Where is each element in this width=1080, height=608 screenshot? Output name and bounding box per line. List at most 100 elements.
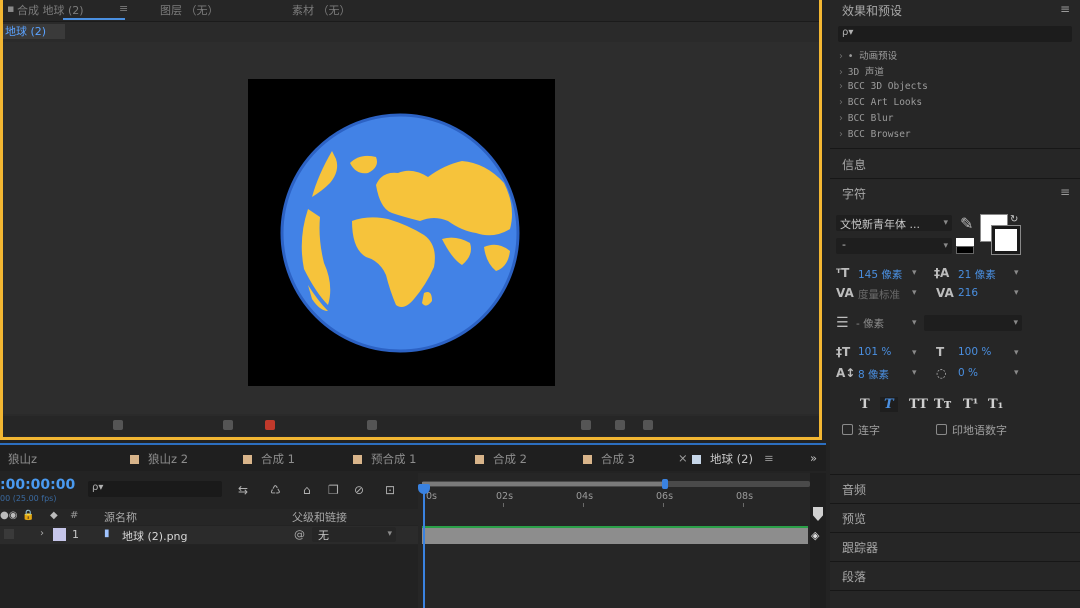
layer-label-color[interactable]	[53, 528, 66, 541]
timeline-tab-active[interactable]: 地球 (2)	[692, 451, 753, 467]
snapshot-icon[interactable]	[223, 420, 233, 430]
panel-grip-icon[interactable]: ▪	[7, 2, 14, 15]
pick-whip-icon[interactable]: @	[294, 528, 305, 541]
font-size-value[interactable]: 145 像素	[858, 267, 902, 282]
timeline-menu-icon[interactable]: ≡	[764, 451, 774, 465]
superscript-button[interactable]: T¹	[963, 397, 978, 412]
tracking-value[interactable]: 216	[958, 287, 978, 299]
info-panel-title[interactable]: 信息	[842, 156, 866, 173]
chevron-down-icon[interactable]: ▾	[1014, 268, 1019, 278]
effects-search-input[interactable]: ρ▾	[838, 26, 1072, 42]
effects-item[interactable]: › 3D 声道	[838, 64, 884, 78]
av-features-icon[interactable]: ●◉	[0, 510, 17, 521]
work-area-end-handle[interactable]	[662, 479, 668, 489]
effects-item[interactable]: › BCC Browser	[838, 129, 911, 140]
baseline-shift-value[interactable]: 8 像素	[858, 367, 889, 382]
preview-panel-title[interactable]: 预览	[842, 510, 866, 527]
timeline-tab[interactable]: 狼山z	[8, 451, 37, 467]
horizontal-scale-value[interactable]: 100 %	[958, 346, 991, 358]
current-time-display[interactable]: :00:00:00	[0, 477, 75, 493]
ligatures-checkbox[interactable]	[842, 424, 853, 435]
lock-icon[interactable]: 🔒	[22, 510, 34, 521]
timeline-toggle-icon[interactable]	[615, 420, 625, 430]
chevron-down-icon[interactable]: ▾	[912, 318, 917, 328]
chevron-down-icon[interactable]: ▾	[912, 368, 917, 378]
stroke-type-select[interactable]: ▾	[924, 315, 1022, 331]
layer-list-empty-area[interactable]	[0, 545, 418, 608]
subscript-button[interactable]: T₁	[988, 397, 1003, 412]
font-style-select[interactable]: - ▾	[836, 238, 952, 254]
timeline-tab[interactable]: 合成 1	[243, 451, 295, 467]
eyedropper-icon[interactable]: ✎	[960, 214, 973, 233]
work-area-range[interactable]	[422, 482, 666, 486]
timeline-track-area[interactable]: 0s 02s 04s 06s 08s ◈	[418, 473, 826, 608]
tab-composition[interactable]: 合成 地球 (2)	[17, 2, 84, 18]
timeline-tab[interactable]: 狼山z 2	[130, 451, 188, 467]
effects-item[interactable]: › BCC 3D Objects	[838, 81, 928, 92]
timeline-search-input[interactable]: ρ▾	[88, 481, 222, 497]
character-menu-icon[interactable]: ≡	[1060, 185, 1070, 199]
tab-overflow-icon[interactable]: »	[810, 451, 817, 465]
composition-mini-flowchart-icon[interactable]: ⇆	[238, 483, 248, 497]
faux-italic-button[interactable]: T	[880, 397, 898, 412]
motion-blur-icon[interactable]: ❐	[328, 483, 339, 497]
tab-footage[interactable]: 素材 （无）	[292, 2, 351, 18]
time-ruler[interactable]: 0s 02s 04s 06s 08s	[418, 473, 810, 507]
kerning-value[interactable]: 度量标准	[858, 287, 900, 302]
character-panel-title[interactable]: 字符	[842, 185, 866, 202]
label-icon[interactable]: ◆	[50, 510, 58, 521]
timeline-tab[interactable]: 合成 2	[475, 451, 527, 467]
vertical-scale-value[interactable]: 101 %	[858, 346, 891, 358]
flowchart-icon[interactable]	[643, 420, 653, 430]
timeline-tab[interactable]: 预合成 1	[353, 451, 416, 467]
tsume-value[interactable]: 0 %	[958, 367, 978, 379]
effects-presets-title[interactable]: 效果和预设	[842, 2, 902, 19]
effects-menu-icon[interactable]: ≡	[1060, 2, 1070, 16]
tab-layer[interactable]: 图层 （无）	[160, 2, 219, 18]
paragraph-panel-title[interactable]: 段落	[842, 568, 866, 585]
timeline-tab[interactable]: 合成 3	[583, 451, 635, 467]
shy-layers-icon[interactable]: ♺	[270, 483, 281, 497]
all-caps-button[interactable]: TT	[909, 397, 928, 412]
chevron-down-icon[interactable]: ▾	[1014, 368, 1019, 378]
chevron-down-icon[interactable]: ▾	[912, 348, 917, 358]
hindi-digits-checkbox[interactable]	[936, 424, 947, 435]
layer-row[interactable]: › 1 ▮ 地球 (2).png @ 无 ▾	[0, 526, 418, 544]
effects-item[interactable]: › BCC Art Looks	[838, 97, 922, 108]
video-switch[interactable]	[4, 529, 14, 539]
expand-arrow-icon[interactable]: ›	[40, 528, 44, 539]
chevron-down-icon[interactable]: ▾	[1014, 348, 1019, 358]
draft-3d-toggle-icon[interactable]: ⊡	[385, 483, 395, 497]
font-family-select[interactable]: 文悦新青年体 ... ▾	[836, 215, 952, 231]
composition-canvas[interactable]	[248, 79, 555, 386]
layer-name[interactable]: 地球 (2).png	[122, 528, 188, 544]
chevron-down-icon[interactable]: ▾	[912, 268, 917, 278]
parent-link-column[interactable]: 父级和链接	[292, 509, 347, 525]
audio-panel-title[interactable]: 音频	[842, 481, 866, 498]
close-tab-icon[interactable]: ×	[678, 451, 688, 465]
draft-3d-icon[interactable]	[367, 420, 377, 430]
default-colors-swatch[interactable]	[956, 238, 974, 254]
comp-end-marker-icon[interactable]	[813, 507, 823, 521]
composition-breadcrumb[interactable]: 地球 (2)	[3, 24, 65, 39]
graph-editor-icon[interactable]: ⊘	[354, 483, 364, 497]
swap-colors-icon[interactable]: ↻	[1010, 214, 1018, 225]
frame-blending-icon[interactable]: ⌂	[303, 483, 311, 497]
stroke-color-swatch[interactable]	[991, 225, 1021, 255]
show-channel-icon[interactable]	[265, 420, 275, 430]
timeline-scrollbar[interactable]: ◈	[810, 473, 826, 608]
effects-item[interactable]: › BCC Blur	[838, 113, 894, 124]
keyframe-nav-icon[interactable]: ◈	[811, 529, 819, 542]
chevron-down-icon[interactable]: ▾	[1014, 288, 1019, 298]
fast-preview-icon[interactable]	[581, 420, 591, 430]
region-of-interest-icon[interactable]	[113, 420, 123, 430]
effects-item[interactable]: › • 动画预设	[838, 48, 897, 62]
small-caps-button[interactable]: Tт	[934, 397, 952, 412]
parent-select[interactable]: 无 ▾	[312, 527, 396, 542]
chevron-down-icon[interactable]: ▾	[912, 288, 917, 298]
tracker-panel-title[interactable]: 跟踪器	[842, 539, 878, 556]
stroke-width-value[interactable]: - 像素	[856, 316, 884, 331]
leading-value[interactable]: 21 像素	[958, 267, 996, 282]
faux-bold-button[interactable]: T	[860, 397, 870, 412]
composition-menu-icon[interactable]: ≡	[119, 2, 128, 15]
